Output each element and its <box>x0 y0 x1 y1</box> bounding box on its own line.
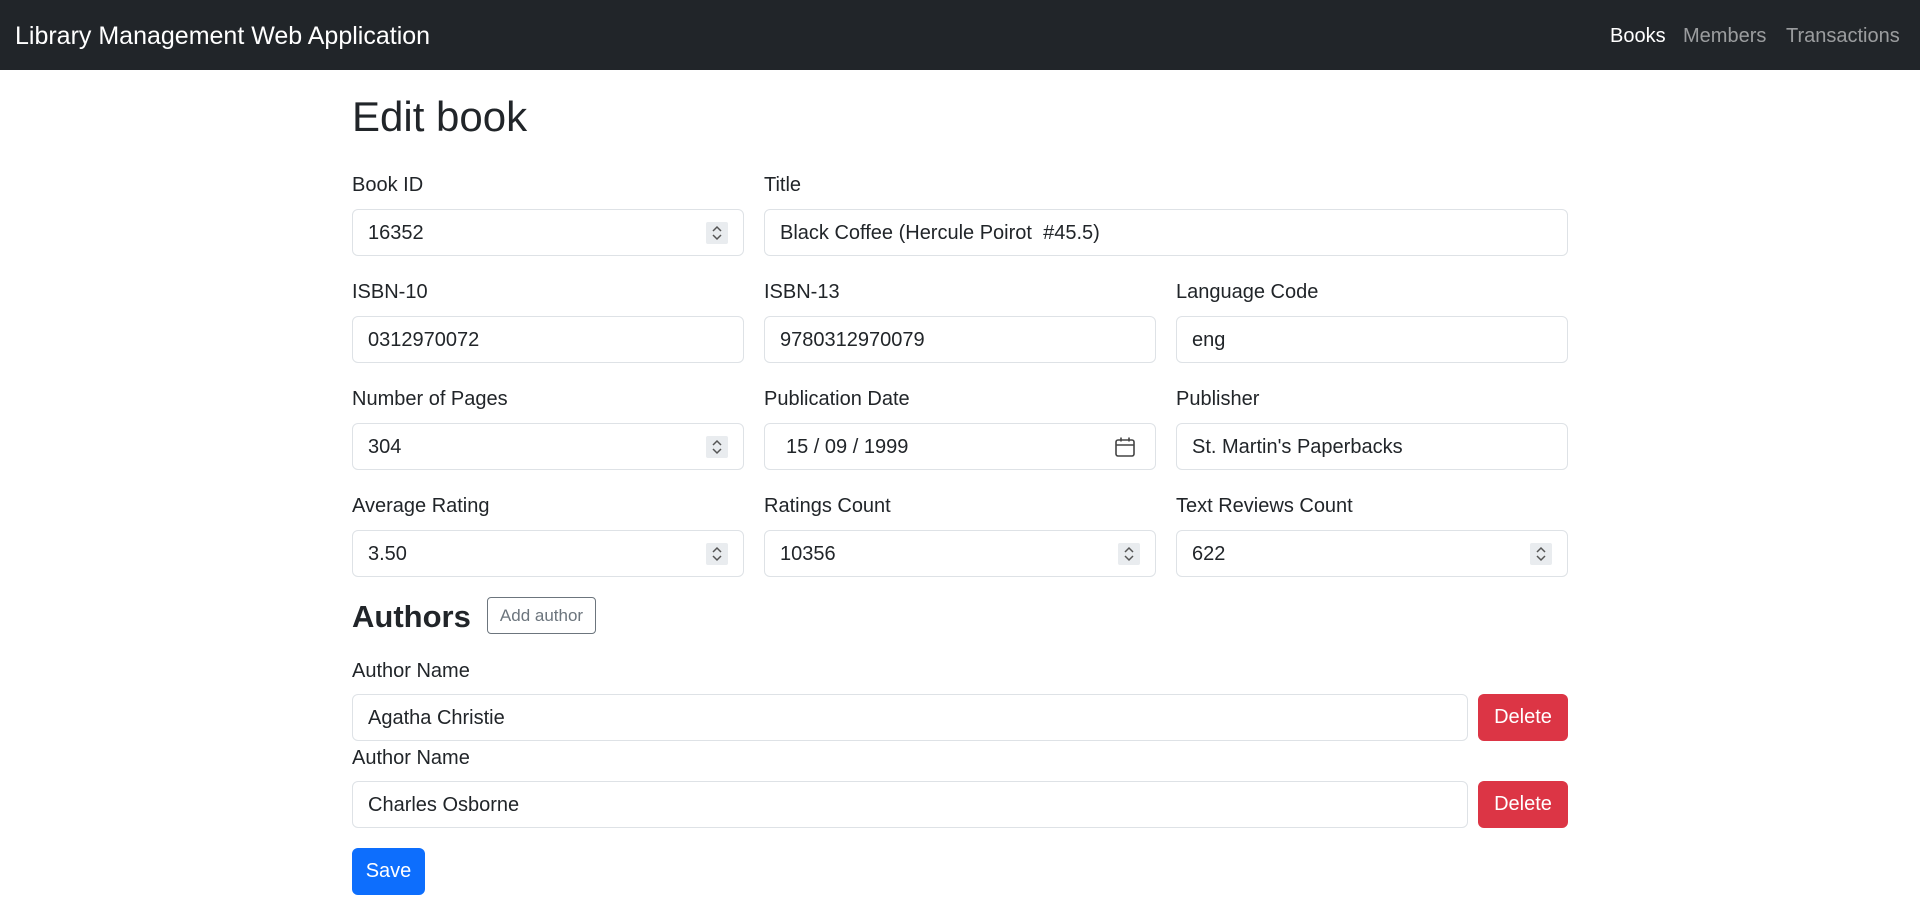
spinner-icon[interactable] <box>706 222 728 244</box>
average-rating-input[interactable]: 3.50 <box>352 530 744 577</box>
title-value: Black Coffee (Hercule Poirot #45.5) <box>780 222 1100 244</box>
delete-author-button[interactable]: Delete <box>1478 781 1568 828</box>
language-code-value: eng <box>1192 329 1226 351</box>
average-rating-value: 3.50 <box>368 543 407 565</box>
author-name-value: Agatha Christie <box>368 707 505 729</box>
author-name-input[interactable]: Charles Osborne <box>352 781 1468 828</box>
author-name-label: Author Name <box>352 660 470 682</box>
authors-heading: Authors <box>352 599 471 634</box>
delete-author-button[interactable]: Delete <box>1478 694 1568 741</box>
isbn10-label: ISBN-10 <box>352 281 428 303</box>
publication-date-value: 15 / 09 / 1999 <box>786 436 909 458</box>
calendar-icon[interactable] <box>1114 436 1136 458</box>
add-author-button[interactable]: Add author <box>487 597 596 634</box>
num-pages-value: 304 <box>368 436 402 458</box>
isbn13-value: 9780312970079 <box>780 329 925 351</box>
page-title: Edit book <box>352 93 528 140</box>
language-code-input[interactable]: eng <box>1176 316 1568 363</box>
isbn10-value: 0312970072 <box>368 329 480 351</box>
language-code-label: Language Code <box>1176 281 1319 303</box>
text-reviews-count-label: Text Reviews Count <box>1176 495 1353 517</box>
ratings-count-value: 10356 <box>780 543 836 565</box>
spinner-icon[interactable] <box>1118 543 1140 565</box>
average-rating-label: Average Rating <box>352 495 490 517</box>
num-pages-input[interactable]: 304 <box>352 423 744 470</box>
save-button[interactable]: Save <box>352 848 425 895</box>
isbn10-input[interactable]: 0312970072 <box>352 316 744 363</box>
publisher-value: St. Martin's Paperbacks <box>1192 436 1403 458</box>
nav-link-books[interactable]: Books <box>1610 24 1666 48</box>
num-pages-label: Number of Pages <box>352 388 508 410</box>
nav-link-members[interactable]: Members <box>1683 24 1766 48</box>
isbn13-label: ISBN-13 <box>764 281 840 303</box>
ratings-count-label: Ratings Count <box>764 495 891 517</box>
navbar-brand[interactable]: Library Management Web Application <box>15 21 430 51</box>
publisher-input[interactable]: St. Martin's Paperbacks <box>1176 423 1568 470</box>
author-name-label: Author Name <box>352 747 470 769</box>
spinner-icon[interactable] <box>1530 543 1552 565</box>
author-name-value: Charles Osborne <box>368 794 520 816</box>
publication-date-label: Publication Date <box>764 388 910 410</box>
book-id-input[interactable]: 16352 <box>352 209 744 256</box>
spinner-icon[interactable] <box>706 543 728 565</box>
author-name-input[interactable]: Agatha Christie <box>352 694 1468 741</box>
text-reviews-count-input[interactable]: 622 <box>1176 530 1568 577</box>
navbar: Library Management Web Application Books… <box>0 0 1920 70</box>
title-input[interactable]: Black Coffee (Hercule Poirot #45.5) <box>764 209 1568 256</box>
ratings-count-input[interactable]: 10356 <box>764 530 1156 577</box>
publication-date-input[interactable]: 15 / 09 / 1999 <box>764 423 1156 470</box>
book-id-label: Book ID <box>352 174 424 196</box>
title-label: Title <box>764 174 802 196</box>
text-reviews-count-value: 622 <box>1192 543 1226 565</box>
book-id-value: 16352 <box>368 222 424 244</box>
nav-link-transactions[interactable]: Transactions <box>1786 24 1900 48</box>
spinner-icon[interactable] <box>706 436 728 458</box>
publisher-label: Publisher <box>1176 388 1260 410</box>
isbn13-input[interactable]: 9780312970079 <box>764 316 1156 363</box>
